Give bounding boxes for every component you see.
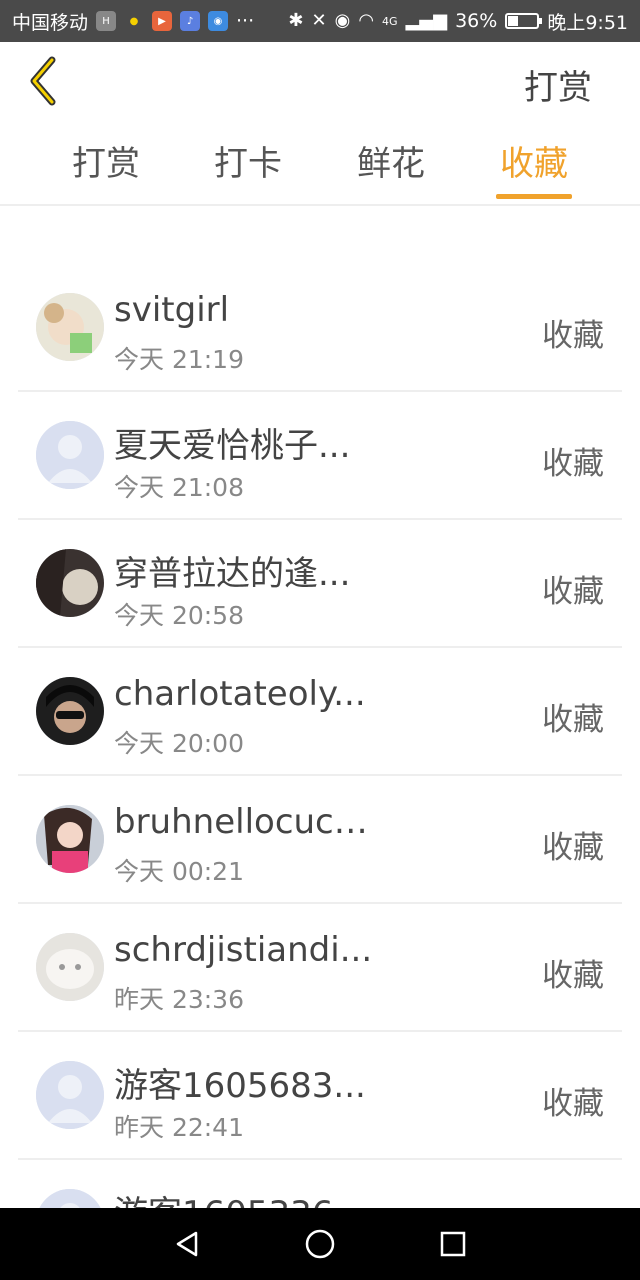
list-item[interactable]: 穿普拉达的逢... 今天 20:58 收藏 — [18, 520, 622, 648]
list-item[interactable]: schrdjistiandi... 昨天 23:36 收藏 — [18, 904, 622, 1032]
hms-icon: H — [96, 11, 117, 31]
carrier-label: 中国移动 — [12, 11, 89, 34]
action-label: 收藏 — [542, 1086, 604, 1122]
avatar[interactable] — [36, 549, 104, 617]
status-left: 中国移动 H ● ▶ ♪ ◉ ··· — [12, 8, 254, 35]
default-avatar-icon[interactable] — [36, 421, 104, 489]
list-item[interactable]: charlotateoly... 今天 20:00 收藏 — [18, 648, 622, 776]
list-item[interactable]: 游客1605683... 昨天 22:41 收藏 — [18, 1032, 622, 1160]
square-recents-icon — [441, 1231, 466, 1257]
tab-bar: 打赏 打卡 鲜花 收藏 — [0, 128, 640, 206]
action-label: 收藏 — [542, 702, 604, 738]
nav-recents-button[interactable] — [423, 1214, 483, 1274]
avatar[interactable] — [36, 933, 104, 1001]
user-name: bruhnellocuct... — [114, 802, 374, 842]
status-bar: 中国移动 H ● ▶ ♪ ◉ ··· ✱ ✕ ◉ ◠ 4G ▂▄▆ 36% 晚上… — [0, 0, 640, 42]
nav-back-button[interactable] — [157, 1214, 217, 1274]
bulb-icon: ● — [129, 15, 139, 27]
music-app-icon: ♪ — [180, 11, 201, 31]
clock: 晚上9:51 — [547, 11, 628, 34]
user-name: 游客1605683... — [114, 1066, 366, 1106]
tab-checkin[interactable]: 打卡 — [188, 136, 308, 185]
tab-reward[interactable]: 打赏 — [46, 136, 166, 185]
header-title[interactable]: 打赏 — [524, 60, 592, 109]
timestamp: 今天 21:19 — [114, 345, 244, 374]
timestamp: 昨天 23:36 — [114, 985, 244, 1014]
tab-favorites[interactable]: 收藏 — [474, 136, 594, 185]
timestamp: 今天 20:58 — [114, 601, 244, 630]
list-item[interactable]: svitgirl 今天 21:19 收藏 — [18, 264, 622, 392]
timestamp: 今天 00:21 — [114, 857, 244, 886]
action-label: 收藏 — [542, 830, 604, 866]
timestamp: 昨天 22:41 — [114, 1113, 244, 1142]
browser-app-icon: ◉ — [208, 11, 229, 31]
more-notifications-icon: ··· — [236, 10, 255, 32]
list-item[interactable]: 夏天爱恰桃子... 今天 21:08 收藏 — [18, 392, 622, 520]
timestamp: 今天 20:00 — [114, 729, 244, 758]
tab-flowers[interactable]: 鲜花 — [331, 136, 451, 185]
avatar[interactable] — [36, 805, 104, 873]
mute-icon: ✕ — [311, 10, 327, 31]
action-label: 收藏 — [542, 446, 604, 482]
user-name: svitgirl — [114, 290, 230, 330]
favorites-list: svitgirl 今天 21:19 收藏 夏天爱恰桃子... 今天 21:08 … — [18, 264, 622, 1280]
battery-percent: 36% — [455, 10, 498, 32]
video-app-icon: ▶ — [152, 11, 173, 31]
network-type: 4G — [382, 14, 398, 28]
battery-icon — [505, 13, 543, 29]
system-nav-bar — [0, 1208, 640, 1280]
list-item[interactable]: bruhnellocuct... 今天 00:21 收藏 — [18, 776, 622, 904]
user-name: schrdjistiandi... — [114, 930, 373, 970]
wifi-icon: ◠ — [358, 10, 375, 31]
action-label: 收藏 — [542, 574, 604, 610]
chevron-left-icon — [30, 56, 56, 106]
user-name: 穿普拉达的逢... — [114, 554, 351, 594]
user-name: 夏天爱恰桃子... — [114, 426, 351, 466]
avatar[interactable] — [36, 677, 104, 745]
back-button[interactable] — [18, 56, 68, 106]
eye-icon: ◉ — [334, 10, 351, 31]
action-label: 收藏 — [542, 318, 604, 354]
timestamp: 今天 21:08 — [114, 473, 244, 502]
action-label: 收藏 — [542, 958, 604, 994]
user-name: charlotateoly... — [114, 674, 366, 714]
header: 打赏 — [0, 42, 640, 122]
battery-fill — [508, 16, 519, 26]
avatar[interactable] — [36, 293, 104, 361]
circle-home-icon — [305, 1229, 335, 1259]
default-avatar-icon[interactable] — [36, 1061, 104, 1129]
active-tab-indicator — [496, 194, 572, 199]
triangle-back-icon — [176, 1231, 197, 1257]
status-right: ✱ ✕ ◉ ◠ 4G ▂▄▆ 36% 晚上9:51 — [288, 8, 628, 35]
nav-home-button[interactable] — [290, 1214, 350, 1274]
bluetooth-icon: ✱ — [288, 10, 304, 31]
signal-icon: ▂▄▆ — [405, 10, 448, 31]
